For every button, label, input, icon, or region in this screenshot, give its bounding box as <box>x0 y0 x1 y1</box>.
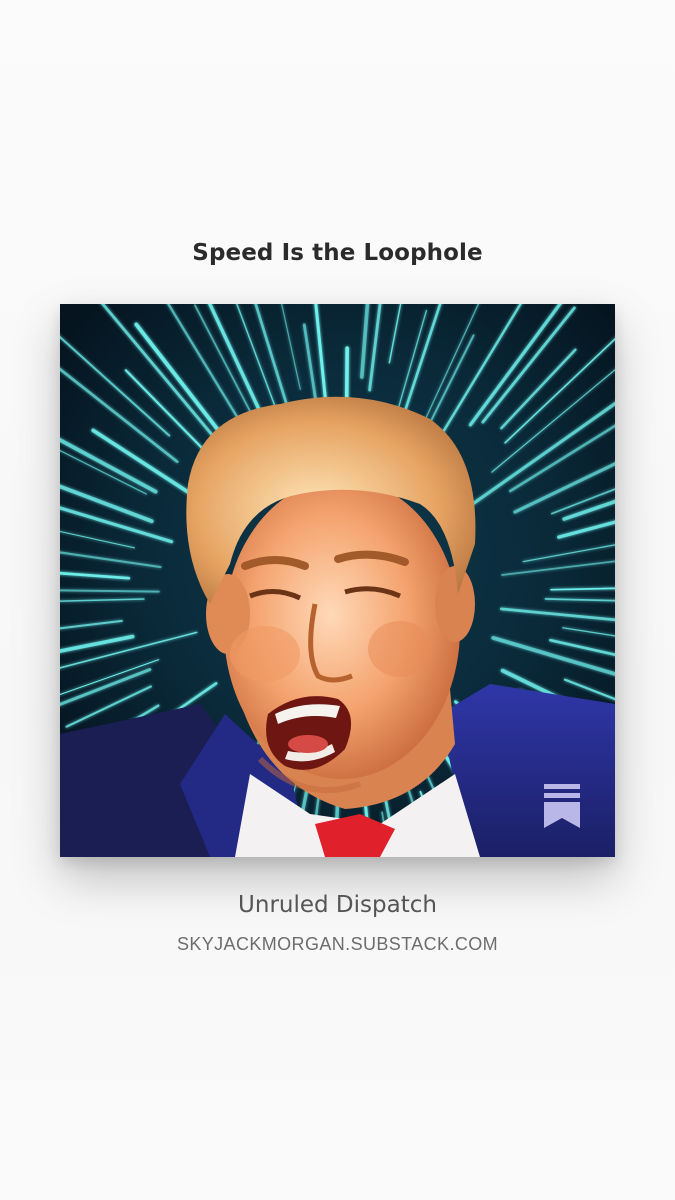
cover-artwork <box>60 304 615 857</box>
cover-image[interactable] <box>60 304 615 857</box>
post-title: Speed Is the Loophole <box>192 240 483 266</box>
publication-name[interactable]: Unruled Dispatch <box>0 892 675 918</box>
publication-url[interactable]: SKYJACKMORGAN.SUBSTACK.COM <box>0 934 675 955</box>
